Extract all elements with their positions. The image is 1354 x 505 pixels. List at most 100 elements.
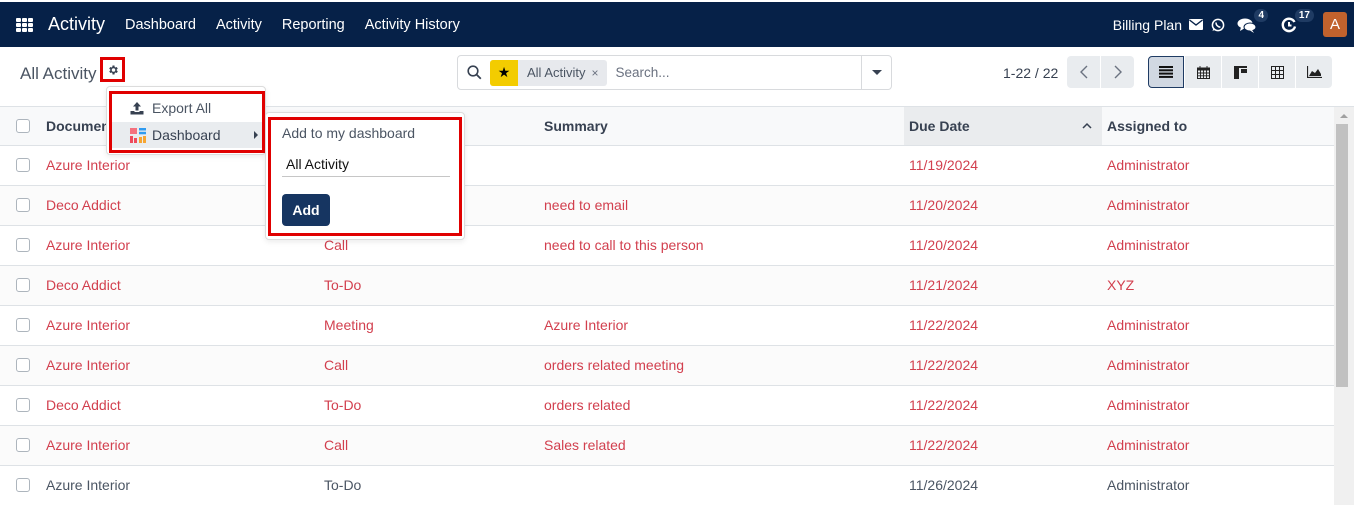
row-checkbox[interactable] [16, 238, 30, 252]
cell-due-date[interactable]: 11/22/2024 [904, 385, 1102, 426]
nav-item-reporting[interactable]: Reporting [282, 17, 345, 33]
app-title[interactable]: Activity [48, 14, 105, 35]
cell-assigned-to[interactable]: Administrator [1102, 305, 1334, 346]
cell-document[interactable]: Azure Interior [46, 305, 324, 346]
search-icon[interactable] [458, 65, 490, 80]
column-header-assigned-to[interactable]: Assigned to [1102, 107, 1334, 146]
cell-document[interactable]: Deco Addict [46, 385, 324, 426]
cell-summary[interactable]: Sales related [544, 425, 904, 466]
cell-activity-type[interactable]: To-Do [324, 385, 544, 426]
dashboard-name-input[interactable] [282, 151, 450, 177]
row-checkbox[interactable] [16, 278, 30, 292]
action-cog-button[interactable] [100, 57, 125, 82]
pager-previous-button[interactable] [1067, 56, 1100, 88]
cell-summary[interactable]: orders related meeting [544, 345, 904, 386]
cell-summary[interactable]: need to email [544, 185, 904, 226]
cell-due-date[interactable]: 11/22/2024 [904, 305, 1102, 346]
search-input[interactable] [615, 65, 846, 80]
cell-document[interactable]: Azure Interior [46, 425, 324, 466]
select-all-checkbox[interactable] [16, 118, 30, 133]
row-select-cell [0, 465, 46, 505]
row-checkbox[interactable] [16, 478, 30, 492]
cell-due-date[interactable]: 11/22/2024 [904, 425, 1102, 466]
nav-item-activity[interactable]: Activity [216, 17, 262, 33]
cell-assigned-to[interactable]: Administrator [1102, 225, 1334, 266]
cell-assigned-to[interactable]: Administrator [1102, 185, 1334, 226]
pager-next-button[interactable] [1101, 56, 1134, 88]
table-row[interactable]: Azure Interior To-Do 11/26/2024 Administ… [0, 465, 1334, 505]
search-facet-favorite: ★ All Activity × [490, 59, 607, 86]
menu-item-dashboard[interactable]: Dashboard [110, 122, 264, 148]
cell-due-date[interactable]: 11/22/2024 [904, 345, 1102, 386]
cell-summary[interactable] [544, 265, 904, 306]
scroll-up-arrow-icon[interactable] [1340, 114, 1348, 118]
envelope-icon[interactable] [1189, 19, 1203, 30]
pager-value[interactable]: 1-22 / 22 [1003, 65, 1058, 81]
nav-item-activity-history[interactable]: Activity History [365, 17, 460, 33]
table-row[interactable]: Deco Addict To-Do 11/21/2024 XYZ [0, 265, 1334, 306]
row-checkbox[interactable] [16, 198, 30, 212]
cell-due-date[interactable]: 11/20/2024 [904, 225, 1102, 266]
view-kanban-button[interactable] [1222, 56, 1258, 88]
row-checkbox[interactable] [16, 318, 30, 332]
app-menu-icon[interactable] [16, 17, 33, 32]
cell-assigned-to[interactable]: Administrator [1102, 425, 1334, 466]
cell-assigned-to[interactable]: Administrator [1102, 465, 1334, 505]
cell-due-date[interactable]: 11/19/2024 [904, 145, 1102, 186]
cell-activity-type[interactable]: Call [324, 345, 544, 386]
whatsapp-icon[interactable] [1211, 18, 1225, 32]
table-row[interactable]: Deco Addict To-Do orders related 11/22/2… [0, 385, 1334, 426]
row-checkbox[interactable] [16, 398, 30, 412]
cell-activity-type[interactable]: Meeting [324, 305, 544, 346]
cell-summary[interactable]: orders related [544, 385, 904, 426]
cell-assigned-to[interactable]: XYZ [1102, 265, 1334, 306]
table-row[interactable]: Azure Interior Call need to call to this… [0, 225, 1334, 266]
table-row[interactable]: Azure Interior Call Sales related 11/22/… [0, 425, 1334, 466]
activity-clock-icon[interactable]: 17 [1281, 8, 1314, 33]
scrollbar-thumb[interactable] [1336, 124, 1348, 387]
table-row[interactable]: Azure Interior Meeting Azure Interior 11… [0, 305, 1334, 346]
cell-summary[interactable] [544, 145, 904, 186]
chat-icon[interactable]: 4 [1237, 8, 1268, 33]
add-to-dashboard-button[interactable]: Add [282, 194, 330, 226]
vertical-scrollbar[interactable] [1334, 107, 1354, 505]
cell-document[interactable]: Azure Interior [46, 345, 324, 386]
cell-activity-type[interactable]: To-Do [324, 465, 544, 505]
row-checkbox[interactable] [16, 358, 30, 372]
cell-due-date[interactable]: 11/21/2024 [904, 265, 1102, 306]
row-checkbox[interactable] [16, 438, 30, 452]
billing-plan-link[interactable]: Billing Plan [1113, 17, 1182, 33]
cell-summary[interactable]: need to call to this person [544, 225, 904, 266]
cell-due-date[interactable]: 11/26/2024 [904, 465, 1102, 505]
cell-activity-type[interactable]: To-Do [324, 265, 544, 306]
view-list-button[interactable] [1148, 56, 1184, 88]
cell-due-date[interactable]: 11/20/2024 [904, 185, 1102, 226]
cell-assigned-to[interactable]: Administrator [1102, 345, 1334, 386]
cell-assigned-to[interactable]: Administrator [1102, 145, 1334, 186]
cell-assigned-to[interactable]: Administrator [1102, 385, 1334, 426]
chevron-right-icon [1114, 65, 1122, 79]
nav-item-dashboard[interactable]: Dashboard [125, 17, 196, 33]
user-avatar[interactable]: A [1323, 12, 1347, 37]
view-calendar-button[interactable] [1185, 56, 1221, 88]
cell-summary[interactable]: Azure Interior [544, 305, 904, 346]
menu-item-export-all[interactable]: Export All [110, 95, 264, 121]
column-header-due-date[interactable]: Due Date [904, 107, 1102, 146]
search-options-toggle[interactable] [861, 56, 891, 89]
row-checkbox[interactable] [16, 158, 30, 172]
view-pivot-button[interactable] [1259, 56, 1295, 88]
cell-summary[interactable] [544, 465, 904, 505]
table-row[interactable]: Deco Addict need to email 11/20/2024 Adm… [0, 185, 1334, 226]
cell-document[interactable]: Azure Interior [46, 465, 324, 505]
view-graph-button[interactable] [1296, 56, 1332, 88]
cell-document[interactable]: Deco Addict [46, 265, 324, 306]
activity-list: Documen Activity Type Summary Due Date A… [0, 107, 1334, 505]
add-to-dashboard-panel: Add to my dashboard Add [265, 112, 465, 240]
table-row[interactable]: Azure Interior Call orders related meeti… [0, 345, 1334, 386]
page-title: All Activity [20, 64, 97, 83]
activity-table: Documen Activity Type Summary Due Date A… [0, 107, 1334, 505]
cell-activity-type[interactable]: Call [324, 425, 544, 466]
caret-down-icon [871, 70, 882, 75]
facet-remove-icon[interactable]: × [592, 66, 607, 80]
column-header-summary[interactable]: Summary [544, 107, 904, 146]
